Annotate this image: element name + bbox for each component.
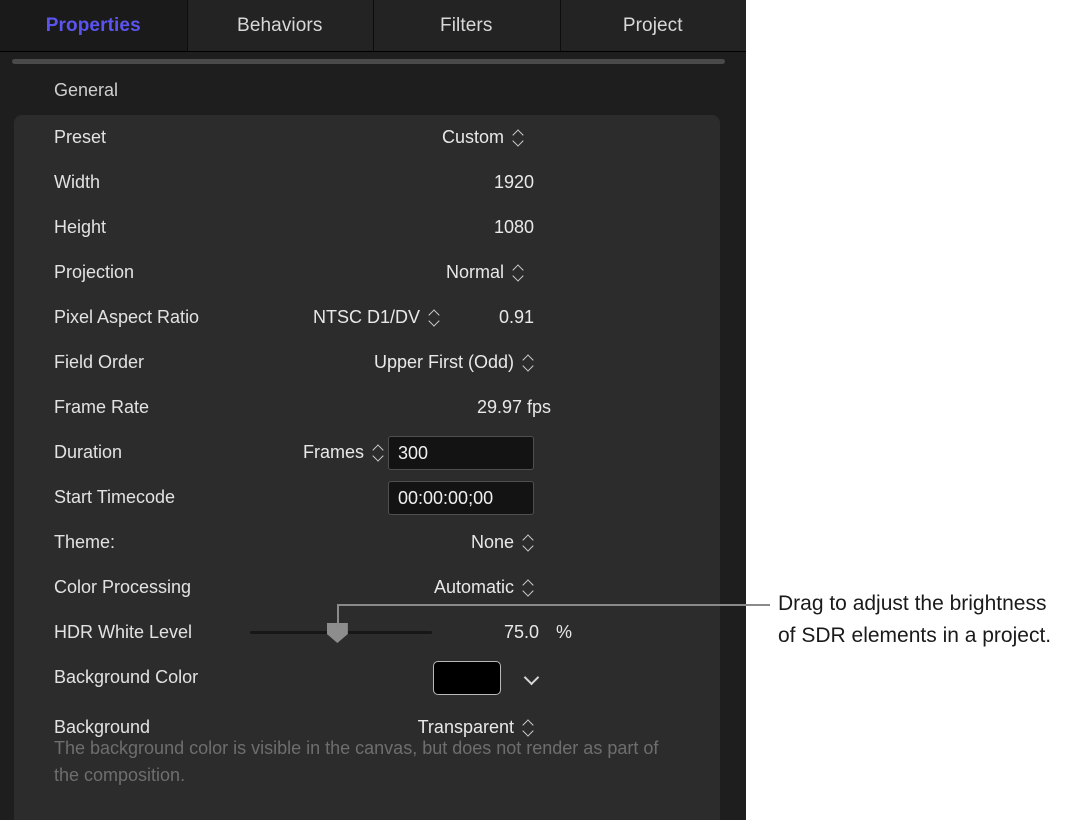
field-order-popup[interactable]: Upper First (Odd) xyxy=(374,352,534,373)
row-pixel-aspect-ratio: Pixel Aspect Ratio NTSC D1/DV 0.91 xyxy=(14,295,720,340)
chevron-up-down-icon xyxy=(523,354,534,372)
tab-behaviors[interactable]: Behaviors xyxy=(186,0,373,52)
label-hdr-white-level: HDR White Level xyxy=(54,622,193,642)
label-height: Height xyxy=(54,217,107,237)
label-duration: Duration xyxy=(54,442,123,462)
frame-rate-value[interactable]: 29.97 fps xyxy=(477,397,551,418)
theme-value: None xyxy=(470,532,514,552)
row-start-timecode: Start Timecode 00:00:00;00 xyxy=(14,475,720,520)
pixel-aspect-ratio-popup[interactable]: NTSC D1/DV xyxy=(313,307,440,328)
label-frame-rate: Frame Rate xyxy=(54,397,150,417)
horizontal-scrollbar[interactable] xyxy=(12,59,725,64)
row-preset: Preset Custom xyxy=(14,115,720,160)
row-background-color: Background Color xyxy=(14,655,720,700)
duration-input[interactable]: 300 xyxy=(388,436,534,470)
label-pixel-aspect-ratio: Pixel Aspect Ratio xyxy=(54,307,200,327)
chevron-up-down-icon xyxy=(523,534,534,552)
label-preset: Preset xyxy=(54,127,107,147)
label-start-timecode: Start Timecode xyxy=(54,487,176,507)
hdr-white-level-value[interactable]: 75.0 xyxy=(504,622,539,643)
label-theme: Theme: xyxy=(54,532,116,552)
chevron-up-down-icon xyxy=(429,309,440,327)
section-header-general: General xyxy=(54,80,119,100)
background-help-text: The background color is visible in the c… xyxy=(54,738,659,785)
preset-popup[interactable]: Custom xyxy=(442,127,524,148)
callout-leader-horizontal xyxy=(337,604,770,606)
start-timecode-input[interactable]: 00:00:00;00 xyxy=(388,481,534,515)
tab-properties-label: Properties xyxy=(45,15,141,36)
hdr-white-level-slider[interactable] xyxy=(250,621,432,643)
background-color-swatch[interactable] xyxy=(433,661,501,695)
pixel-aspect-ratio-value: NTSC D1/DV xyxy=(312,307,420,327)
label-width: Width xyxy=(54,172,101,192)
tab-filters-label: Filters xyxy=(440,15,493,36)
callout-description: Drag to adjust the brightness of SDR ele… xyxy=(778,592,1052,647)
tab-behaviors-label: Behaviors xyxy=(237,15,323,36)
chevron-up-down-icon xyxy=(373,444,384,462)
label-background-color: Background Color xyxy=(54,667,199,687)
chevron-up-down-icon xyxy=(513,264,524,282)
tab-properties[interactable]: Properties xyxy=(0,0,187,52)
label-projection: Projection xyxy=(54,262,135,282)
color-processing-value: Automatic xyxy=(433,577,514,597)
tab-project-label: Project xyxy=(622,15,683,36)
width-value[interactable]: 1920 xyxy=(494,172,534,193)
row-frame-rate: Frame Rate 29.97 fps xyxy=(14,385,720,430)
callout-leader-vertical xyxy=(337,604,339,627)
inspector-panel: Properties Behaviors Filters Project Gen… xyxy=(0,0,746,820)
color-processing-popup[interactable]: Automatic xyxy=(434,577,534,598)
hdr-white-level-unit: % xyxy=(555,622,572,642)
inspector-tab-bar: Properties Behaviors Filters Project xyxy=(0,0,746,52)
tab-filters[interactable]: Filters xyxy=(373,0,560,52)
chevron-down-icon[interactable] xyxy=(523,669,541,687)
chevron-up-down-icon xyxy=(513,129,524,147)
preset-value: Custom xyxy=(441,127,504,147)
row-theme: Theme: None xyxy=(14,520,720,565)
theme-popup[interactable]: None xyxy=(471,532,534,553)
label-field-order: Field Order xyxy=(54,352,145,372)
inspector-content: General Preset Custom Width 1920 Height … xyxy=(0,52,746,820)
parameter-panel: Preset Custom Width 1920 Height 1080 Pro… xyxy=(14,115,720,820)
pixel-aspect-ratio-number[interactable]: 0.91 xyxy=(499,307,534,328)
duration-units-popup[interactable]: Frames xyxy=(303,442,384,463)
row-hdr-white-level: HDR White Level 75.0 % xyxy=(14,610,720,655)
tab-project[interactable]: Project xyxy=(559,0,746,52)
row-field-order: Field Order Upper First (Odd) xyxy=(14,340,720,385)
row-projection: Projection Normal xyxy=(14,250,720,295)
height-value[interactable]: 1080 xyxy=(494,217,534,238)
field-order-value: Upper First (Odd) xyxy=(373,352,514,372)
projection-value: Normal xyxy=(445,262,504,282)
row-height: Height 1080 xyxy=(14,205,720,250)
label-color-processing: Color Processing xyxy=(54,577,192,597)
projection-popup[interactable]: Normal xyxy=(446,262,524,283)
row-duration: Duration Frames 300 xyxy=(14,430,720,475)
chevron-up-down-icon xyxy=(523,719,534,737)
row-width: Width 1920 xyxy=(14,160,720,205)
duration-units-value: Frames xyxy=(302,442,364,462)
chevron-up-down-icon xyxy=(523,579,534,597)
